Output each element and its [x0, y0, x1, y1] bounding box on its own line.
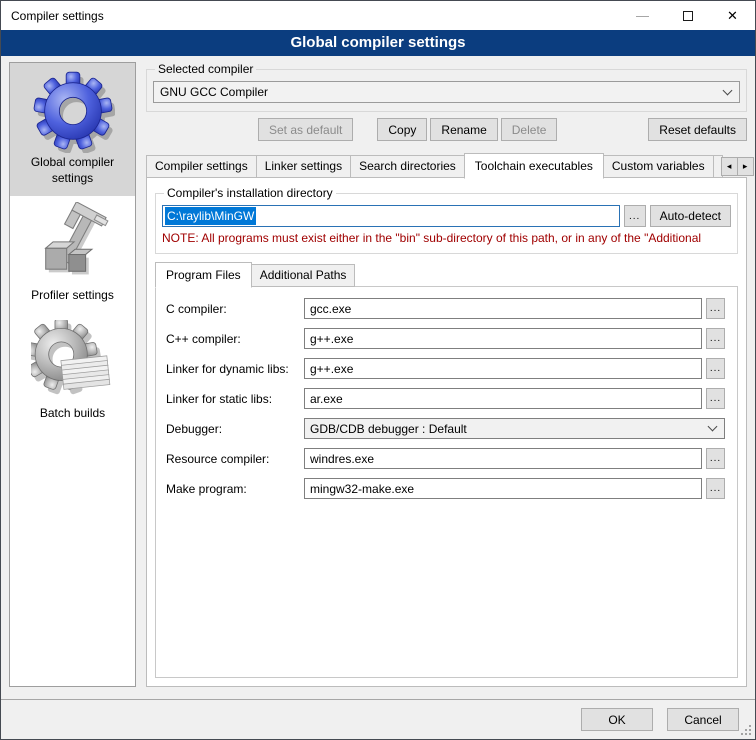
resize-grip-icon[interactable] [740, 724, 752, 736]
field-value: gcc.exe [310, 302, 351, 316]
make-program-input[interactable]: mingw32-make.exe [304, 478, 702, 499]
selected-compiler-group: Selected compiler GNU GCC Compiler [146, 62, 747, 112]
field-value: windres.exe [310, 452, 374, 466]
settings-tabs: Compiler settings Linker settings Search… [146, 153, 747, 178]
field-value: g++.exe [310, 332, 353, 346]
compiler-dropdown-value: GNU GCC Compiler [160, 85, 724, 99]
close-icon: ✕ [727, 8, 738, 24]
reset-defaults-button[interactable]: Reset defaults [648, 118, 747, 141]
caliper-icon [31, 202, 115, 286]
tab-search-directories[interactable]: Search directories [350, 155, 465, 178]
dialog-footer: OK Cancel [1, 699, 755, 739]
toolchain-row-make-program: Make program: mingw32-make.exe ... [166, 478, 725, 499]
settings-category-list: Global compiler settings [9, 62, 136, 687]
arrow-left-icon: ◂ [727, 161, 732, 172]
titlebar: Compiler settings — ✕ [1, 1, 755, 30]
row-label: C++ compiler: [166, 332, 304, 346]
row-label: Linker for dynamic libs: [166, 362, 304, 376]
field-value: ar.exe [310, 392, 343, 406]
browse-button[interactable]: ... [706, 388, 725, 409]
c-compiler-input[interactable]: gcc.exe [304, 298, 702, 319]
row-label: C compiler: [166, 302, 304, 316]
toolchain-row-debugger: Debugger: GDB/CDB debugger : Default [166, 418, 725, 439]
copy-button[interactable]: Copy [377, 118, 427, 141]
cpp-compiler-input[interactable]: g++.exe [304, 328, 702, 349]
browse-button[interactable]: ... [706, 328, 725, 349]
toolchain-row-dynamic-linker: Linker for dynamic libs: g++.exe ... [166, 358, 725, 379]
sidebar-item-profiler-settings[interactable]: Profiler settings [10, 196, 135, 314]
dynamic-linker-input[interactable]: g++.exe [304, 358, 702, 379]
toolchain-row-static-linker: Linker for static libs: ar.exe ... [166, 388, 725, 409]
selected-compiler-group-label: Selected compiler [155, 62, 256, 76]
installation-note: NOTE: All programs must exist either in … [162, 231, 731, 245]
browse-button[interactable]: ... [706, 448, 725, 469]
rename-button[interactable]: Rename [430, 118, 497, 141]
toolchain-row-c-compiler: C compiler: gcc.exe ... [166, 298, 725, 319]
row-label: Resource compiler: [166, 452, 304, 466]
row-label: Make program: [166, 482, 304, 496]
close-button[interactable]: ✕ [710, 1, 755, 30]
ok-button[interactable]: OK [581, 708, 653, 731]
installation-directory-group-label: Compiler's installation directory [164, 186, 336, 200]
delete-button: Delete [501, 118, 558, 141]
row-label: Linker for static libs: [166, 392, 304, 406]
tab-program-files[interactable]: Program Files [155, 262, 252, 288]
gray-gear-stack-icon [31, 320, 115, 404]
maximize-button[interactable] [665, 1, 710, 30]
browse-button[interactable]: ... [706, 478, 725, 499]
tab-compiler-settings[interactable]: Compiler settings [146, 155, 257, 178]
installation-directory-value: C:\raylib\MinGW [165, 207, 256, 225]
program-files-panel: C compiler: gcc.exe ... C++ compiler: g+… [155, 286, 738, 678]
browse-button[interactable]: ... [706, 298, 725, 319]
chevron-down-icon [723, 85, 733, 95]
installation-directory-group: Compiler's installation directory C:\ray… [155, 186, 738, 254]
minimize-icon: — [636, 8, 649, 23]
sidebar-item-global-compiler-settings[interactable]: Global compiler settings [10, 63, 135, 196]
tab-scroll-buttons: ◂ ▸ [722, 157, 754, 176]
dialog-content: Global compiler settings [1, 56, 755, 699]
tab-additional-paths[interactable]: Additional Paths [251, 264, 356, 287]
row-label: Debugger: [166, 422, 304, 436]
cancel-button[interactable]: Cancel [667, 708, 739, 731]
tab-toolchain-executables[interactable]: Toolchain executables [464, 153, 604, 179]
compiler-actions-row: Set as default Copy Rename Delete Reset … [146, 118, 747, 141]
compiler-dropdown[interactable]: GNU GCC Compiler [153, 81, 740, 103]
browse-button[interactable]: ... [706, 358, 725, 379]
tab-scroll-left-button[interactable]: ◂ [721, 157, 738, 176]
program-tabs: Program Files Additional Paths [155, 262, 738, 287]
auto-detect-button[interactable]: Auto-detect [650, 205, 731, 227]
resource-compiler-input[interactable]: windres.exe [304, 448, 702, 469]
tab-custom-variables[interactable]: Custom variables [603, 155, 714, 178]
static-linker-input[interactable]: ar.exe [304, 388, 702, 409]
field-value: mingw32-make.exe [310, 482, 414, 496]
sidebar-item-label: Profiler settings [12, 288, 133, 304]
window-title: Compiler settings [1, 1, 620, 30]
toolchain-executables-panel: Compiler's installation directory C:\ray… [146, 177, 747, 687]
arrow-right-icon: ▸ [743, 161, 748, 172]
blue-gear-icon [31, 69, 115, 153]
minimize-button: — [620, 1, 665, 30]
debugger-dropdown[interactable]: GDB/CDB debugger : Default [304, 418, 725, 439]
sidebar-item-label: Batch builds [12, 406, 133, 422]
tab-scroll-right-button[interactable]: ▸ [737, 157, 754, 176]
field-value: g++.exe [310, 362, 353, 376]
sidebar-item-label: Global compiler settings [12, 155, 133, 186]
compiler-settings-dialog: Compiler settings — ✕ Global compiler se… [0, 0, 756, 740]
toolchain-row-resource-compiler: Resource compiler: windres.exe ... [166, 448, 725, 469]
installation-directory-row: C:\raylib\MinGW ... Auto-detect [162, 205, 731, 227]
sidebar-item-batch-builds[interactable]: Batch builds [10, 314, 135, 432]
set-as-default-button: Set as default [258, 118, 353, 141]
browse-directory-button[interactable]: ... [624, 205, 646, 227]
main-panel: Selected compiler GNU GCC Compiler Set a… [146, 62, 747, 687]
tab-linker-settings[interactable]: Linker settings [256, 155, 351, 178]
maximize-icon [683, 11, 693, 21]
field-value: GDB/CDB debugger : Default [310, 422, 709, 436]
installation-directory-input[interactable]: C:\raylib\MinGW [162, 205, 620, 227]
chevron-down-icon [708, 422, 718, 432]
toolchain-row-cpp-compiler: C++ compiler: g++.exe ... [166, 328, 725, 349]
page-title: Global compiler settings [1, 30, 755, 56]
